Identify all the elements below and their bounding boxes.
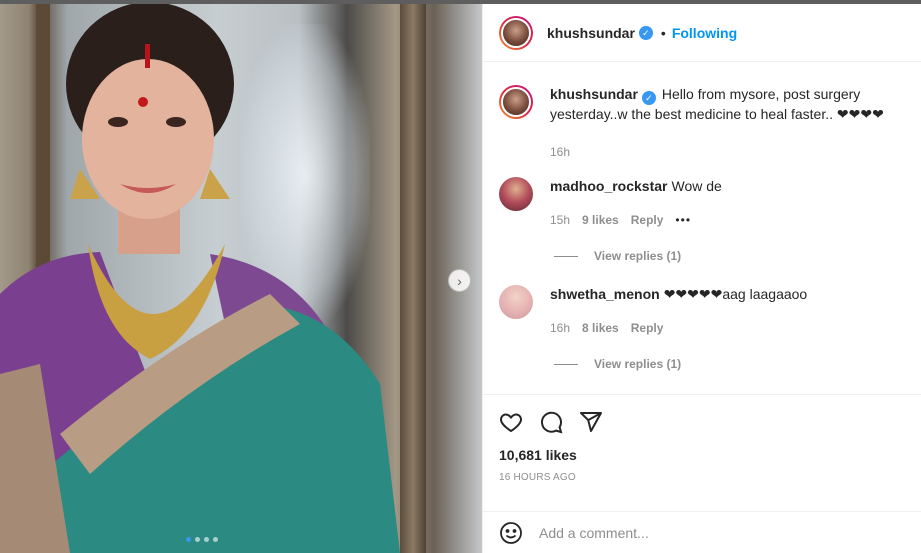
post-photo-person (0, 4, 400, 553)
comment-likes[interactable]: 9 likes (582, 211, 619, 229)
carousel-dot (186, 537, 191, 542)
heart-icon[interactable] (499, 410, 523, 434)
verified-badge-icon: ✓ (641, 91, 656, 105)
likes-count[interactable]: 10,681 likes (499, 447, 906, 463)
comment-time[interactable]: 15h (550, 211, 570, 229)
comment-row: shwetha_menon ❤❤❤❤❤aag laagaaoo 16h 8 lik… (499, 285, 807, 337)
post-timestamp[interactable]: 16 HOURS AGO (499, 472, 906, 483)
comment-input[interactable]: Add a comment... (539, 525, 649, 541)
comment-row: madhoo_rockstar Wow de 15h 9 likes Reply … (499, 177, 722, 229)
emoji-icon[interactable] (499, 521, 523, 545)
add-comment-bar: Add a comment... (483, 511, 921, 553)
comment-username[interactable]: madhoo_rockstar (550, 178, 667, 194)
view-replies-button[interactable]: View replies (1) (554, 357, 681, 371)
author-username[interactable]: khushsundar (547, 25, 635, 41)
post-actions: 10,681 likes 16 HOURS AGO (483, 394, 921, 483)
author-avatar[interactable] (499, 15, 533, 50)
carousel-indicator (186, 537, 218, 542)
header-separator: • (660, 24, 666, 41)
next-media-button[interactable]: › (448, 269, 471, 292)
reply-button[interactable]: Reply (631, 211, 664, 229)
comment-text: ❤❤❤❤❤aag laagaaoo (663, 286, 808, 302)
view-replies-label: View replies (1) (594, 249, 682, 263)
comment-likes[interactable]: 8 likes (582, 319, 619, 337)
comment-text: Wow de (671, 178, 722, 194)
comment-avatar[interactable] (499, 177, 533, 211)
carousel-dot (204, 537, 209, 542)
carousel-dot (213, 537, 218, 542)
verified-badge-icon: ✓ (638, 25, 653, 40)
comment-icon[interactable] (539, 410, 563, 434)
share-icon[interactable] (579, 410, 603, 434)
caption-username[interactable]: khushsundar (550, 86, 638, 102)
comment-username[interactable]: shwetha_menon (550, 286, 660, 302)
more-options-icon[interactable]: ••• (675, 211, 691, 229)
view-replies-label: View replies (1) (594, 357, 682, 371)
comments-list[interactable]: khushsundar ✓ Hello from mysore, post surg… (483, 63, 921, 393)
comment-time[interactable]: 16h (550, 319, 570, 337)
caption-avatar[interactable] (499, 85, 533, 119)
post-side-panel: khushsundar ✓ • Following khushsundar ✓ He… (482, 4, 921, 553)
chevron-right-icon: › (457, 272, 462, 289)
post-header: khushsundar ✓ • Following (483, 4, 921, 62)
post-media[interactable]: › (0, 4, 482, 553)
carousel-dot (195, 537, 200, 542)
comment-avatar[interactable] (499, 285, 533, 319)
following-button[interactable]: Following (672, 25, 737, 41)
reply-button[interactable]: Reply (631, 319, 664, 337)
view-replies-button[interactable]: View replies (1) (554, 249, 681, 263)
caption-time[interactable]: 16h (550, 143, 570, 161)
caption-row: khushsundar ✓ Hello from mysore, post surg… (499, 85, 921, 161)
